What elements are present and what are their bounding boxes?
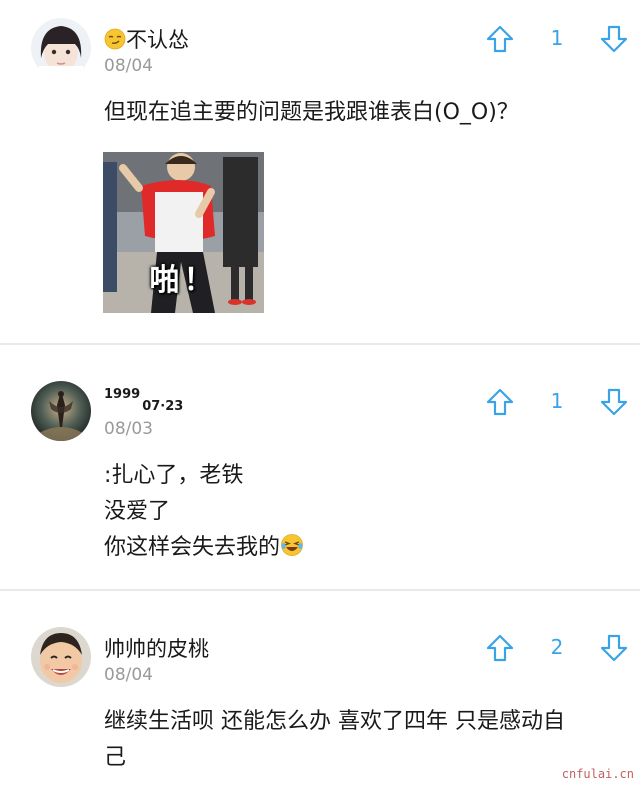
meme-caption: 啪！ (149, 263, 218, 298)
watermark-text: cnfulai.cn (561, 767, 634, 781)
comment-line: 没爱了 (104, 499, 171, 524)
upvote-button[interactable] (485, 24, 515, 54)
username-part: 1999 (104, 387, 141, 402)
arrow-down-icon (600, 634, 628, 662)
arrow-down-icon (600, 388, 628, 416)
vote-count: 1 (550, 389, 564, 413)
comment-text: :扎心了，老铁 没爱了 你这样会失去我的 (104, 458, 614, 569)
vote-count: 2 (550, 635, 564, 659)
comment-line: 继续生活呗 还能怎么办 喜欢了四年 只是感动自 (104, 709, 565, 734)
comment-item: 帅帅的皮桃 08/04 2 继续生活呗 还能怎么办 喜欢了四年 只是感动自 己 (0, 591, 640, 785)
comment-item: 199907·23 08/03 1 :扎心了，老铁 没爱了 你这样会失去我的 (0, 345, 640, 589)
arrow-up-icon (486, 25, 514, 53)
arrow-up-icon (486, 634, 514, 662)
arrow-down-icon (600, 25, 628, 53)
downvote-button[interactable] (599, 24, 629, 54)
comment-date: 08/03 (104, 419, 153, 439)
username[interactable]: 不认怂 (104, 24, 189, 55)
comment-line-with-emoji: 你这样会失去我的 (104, 530, 614, 569)
avatar[interactable] (31, 627, 91, 687)
upvote-button[interactable] (485, 387, 515, 417)
meme-image[interactable]: 啪！ (103, 152, 264, 313)
comment-date: 08/04 (104, 665, 153, 685)
comment-item: 不认怂 08/04 1 但现在追主要的问题是我跟谁表白(O_O)？ 啪！ (0, 0, 640, 343)
username-part: 07·23 (142, 399, 184, 414)
downvote-button[interactable] (599, 633, 629, 663)
comment-text: 但现在追主要的问题是我跟谁表白(O_O)？ (104, 95, 614, 131)
comment-line: 但现在追主要的问题是我跟谁表白(O_O)？ (104, 100, 519, 125)
vote-count: 1 (550, 26, 564, 50)
username-text: 不认怂 (126, 28, 189, 52)
username[interactable]: 帅帅的皮桃 (104, 633, 209, 663)
avatar[interactable] (31, 381, 91, 441)
comment-line: :扎心了，老铁 (104, 463, 244, 488)
upvote-button[interactable] (485, 633, 515, 663)
arrow-up-icon (486, 388, 514, 416)
downvote-button[interactable] (599, 387, 629, 417)
laughing-tears-emoji-icon (280, 533, 304, 569)
smirk-emoji-icon (104, 28, 126, 55)
comment-line: 己 (104, 745, 127, 770)
username[interactable]: 199907·23 (104, 387, 183, 414)
comment-date: 08/04 (104, 56, 153, 76)
comment-line: 你这样会失去我的 (104, 535, 281, 560)
avatar[interactable] (31, 18, 91, 78)
comment-text: 继续生活呗 还能怎么办 喜欢了四年 只是感动自 己 (104, 704, 614, 776)
